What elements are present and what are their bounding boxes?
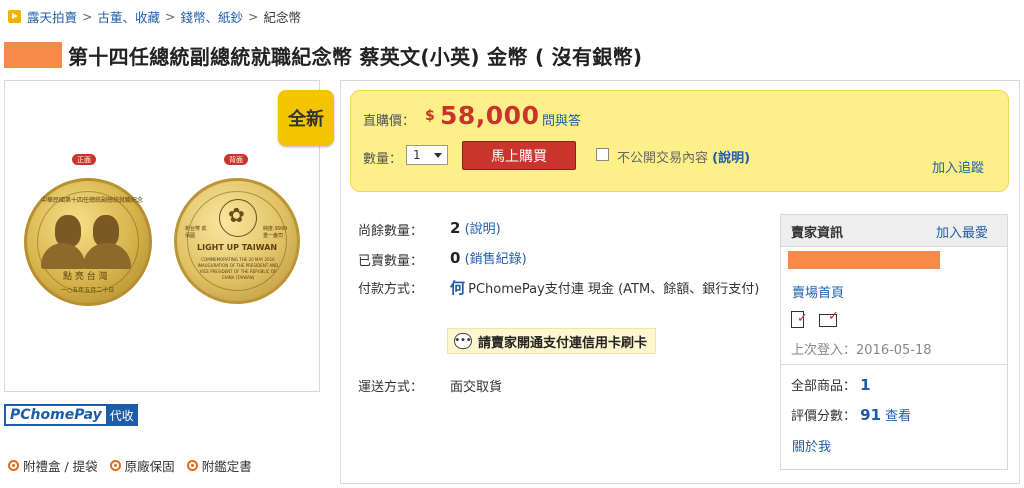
- qa-link[interactable]: 問與答: [542, 110, 581, 129]
- bullet-icon: [109, 460, 121, 471]
- quantity-label: 數量：: [363, 152, 403, 167]
- breadcrumb: 露天拍賣 > 古董、收藏 > 錢幣、紙鈔 > 紀念幣: [8, 6, 301, 26]
- sold-value: 0: [450, 249, 461, 267]
- coin-front-bottom-text: 點 亮 台 灣: [63, 272, 108, 282]
- coin-front-label: 正面: [72, 154, 96, 165]
- view-rating-link[interactable]: 查看: [885, 409, 911, 424]
- product-title: 第十四任總統副總統就職紀念幣 蔡英文(小英) 金幣 ( 沒有銀幣): [68, 44, 643, 69]
- payment-value: PChomePay支付連 現金 (ATM、餘額、銀行支付): [468, 282, 760, 297]
- last-login: 上次登入：2016-05-18: [791, 343, 932, 358]
- bullet-icon: [8, 460, 19, 471]
- seller-info-title: 賣家資訊: [791, 226, 844, 241]
- coin-front-top-text: 中華民國第十四任總統副總統就職紀念: [41, 197, 144, 204]
- sold-row: 0 (銷售紀錄): [450, 248, 527, 267]
- sales-record-link[interactable]: (銷售紀錄): [465, 252, 527, 267]
- add-to-watchlist-link[interactable]: 加入追蹤: [932, 157, 984, 176]
- coin-front-image: 中華民國第十四任總統副總統就職紀念 點 亮 台 灣 一○五年五月二十日: [24, 178, 152, 306]
- feature-label: 附鑑定書: [201, 459, 252, 474]
- coin-back-left-text: 新台幣 貳佰圓: [185, 226, 207, 239]
- coin-back-caption: COMMEMORATING THE 20 MAY 2016 INAUGURATI…: [197, 257, 279, 280]
- feature-item: 原廠保固: [109, 456, 175, 475]
- total-items-label: 全部商品：: [791, 379, 857, 394]
- private-transaction-checkbox[interactable]: [596, 148, 609, 161]
- buy-now-button[interactable]: 馬上購買: [462, 141, 576, 170]
- feature-label: 原廠保固: [124, 459, 175, 474]
- card-notice: ••• 請賣家開通支付連信用卡刷卡: [447, 328, 657, 354]
- feature-label: 附禮盒 / 提袋: [23, 459, 98, 474]
- verified-id-icon: [790, 310, 808, 328]
- breadcrumb-coins[interactable]: 錢幣、紙鈔: [181, 7, 244, 26]
- shipping-value: 面交取貨: [450, 380, 503, 395]
- condition-badge: 全新: [278, 90, 334, 146]
- price-currency: $: [425, 108, 435, 124]
- card-notice-text: 請賣家開通支付連信用卡刷卡: [478, 335, 648, 351]
- redacted-seller-block: [4, 42, 62, 68]
- quantity-select[interactable]: 1: [406, 145, 448, 165]
- feature-list: 附禮盒 / 提袋 原廠保固 附鑑定書: [8, 456, 252, 475]
- breadcrumb-antiques[interactable]: 古董、收藏: [98, 7, 161, 26]
- private-transaction-label: 不公開交易內容 (說明): [617, 147, 750, 166]
- quantity-value: 1: [413, 148, 421, 162]
- shipping-label: 運送方式：: [358, 380, 424, 395]
- pchomepay-logo: PChomePay: [4, 404, 106, 426]
- redacted-seller-name: [788, 251, 940, 269]
- play-icon: [8, 9, 21, 23]
- pchomepay-tag: 代收: [105, 404, 138, 426]
- breadcrumb-current: 紀念幣: [263, 9, 302, 25]
- bullet-icon: [186, 460, 198, 471]
- private-help-link[interactable]: (說明): [712, 151, 750, 166]
- verified-email-icon: [818, 309, 840, 328]
- coin-back-image: 新台幣 貳佰圓 純度.9999 重一盎司 LIGHT UP TAIWAN COM…: [174, 178, 300, 304]
- total-items-value[interactable]: 1: [860, 376, 870, 394]
- remaining-value: 2: [450, 219, 461, 237]
- coin-front-date-text: 一○五年五月二十日: [61, 287, 115, 294]
- breadcrumb-home[interactable]: 露天拍賣: [27, 7, 77, 26]
- total-items-row: 全部商品： 1: [791, 375, 871, 394]
- chevron-down-icon: [434, 153, 442, 158]
- private-transaction-text: 不公開交易內容: [617, 151, 709, 166]
- remaining-help-link[interactable]: (說明): [465, 222, 501, 237]
- shop-home-link[interactable]: 賣場首頁: [792, 282, 844, 301]
- divider: [781, 364, 1007, 365]
- payment-methods: 何 PChomePay支付連 現金 (ATM、餘額、銀行支付): [450, 278, 760, 300]
- coin-back-title: LIGHT UP TAIWAN: [197, 243, 278, 252]
- breadcrumb-separator: >: [165, 8, 176, 24]
- breadcrumb-separator: >: [82, 8, 93, 24]
- rating-row: 評價分數： 91 查看: [791, 405, 911, 424]
- seller-verification-icons: [790, 309, 840, 328]
- plum-blossom-icon: [219, 199, 257, 237]
- feature-item: 附禮盒 / 提袋: [8, 456, 98, 475]
- about-seller-link[interactable]: 關於我: [792, 436, 831, 455]
- pchomepay-icon: 何: [450, 279, 466, 297]
- price-label: 直購價：: [363, 114, 416, 129]
- sold-label: 已賣數量：: [358, 254, 424, 269]
- title-row: 第十四任總統副總統就職紀念幣 蔡英文(小英) 金幣 ( 沒有銀幣): [4, 40, 642, 70]
- coin-back-label: 背面: [224, 154, 248, 165]
- rating-value: 91: [860, 406, 882, 424]
- add-favorite-link[interactable]: 加入最愛: [936, 222, 988, 241]
- pchomepay-badge: PChomePay 代收: [4, 404, 138, 426]
- price-value: 58,000: [440, 101, 540, 130]
- remaining-row: 2 (說明): [450, 218, 501, 237]
- payment-label: 付款方式：: [358, 282, 424, 297]
- rating-label: 評價分數：: [791, 409, 857, 424]
- remaining-label: 尚餘數量：: [358, 224, 424, 239]
- feature-item: 附鑑定書: [186, 456, 252, 475]
- portrait-left: [55, 215, 81, 247]
- coin-back-right-text: 純度.9999 重一盎司: [263, 226, 288, 239]
- breadcrumb-separator: >: [248, 8, 259, 24]
- chat-bubble-icon: •••: [454, 333, 472, 349]
